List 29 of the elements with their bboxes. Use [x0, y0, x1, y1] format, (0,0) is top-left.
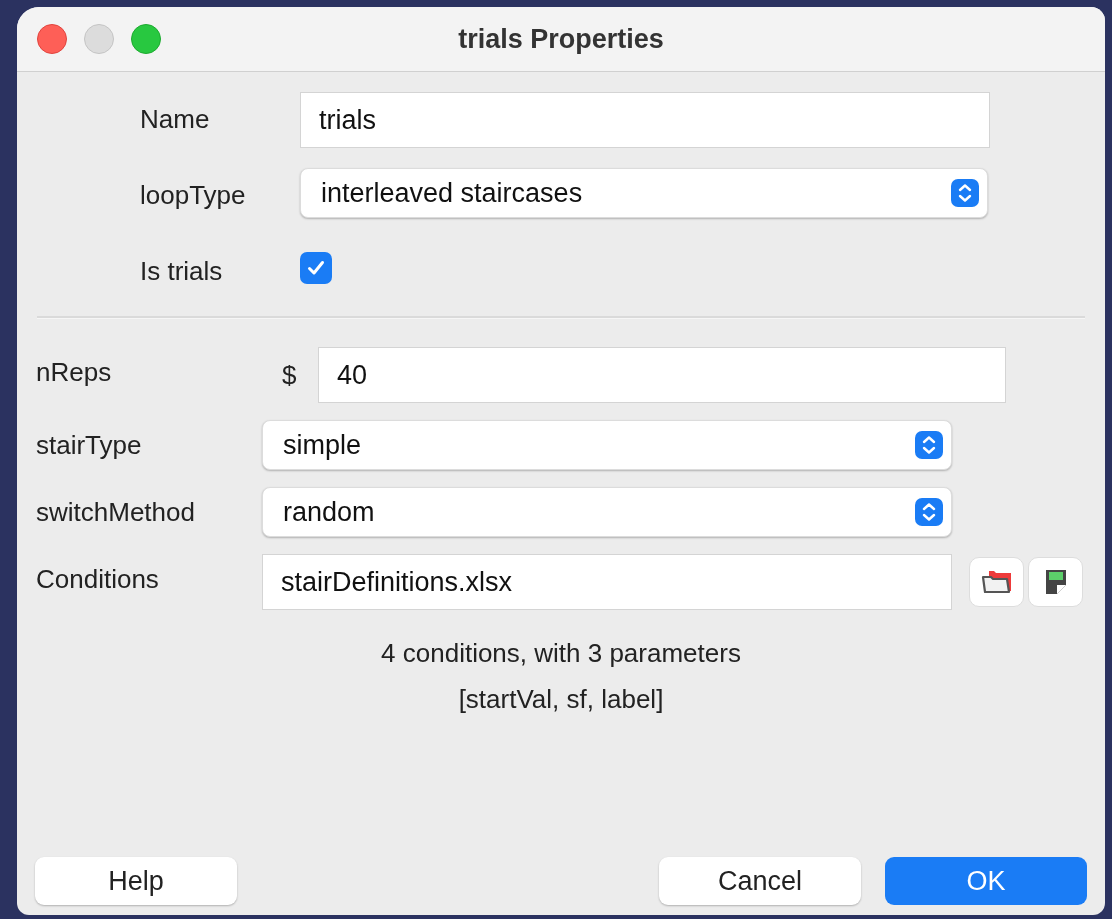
dropdown[interactable]: random — [262, 487, 952, 537]
zoom-button[interactable] — [131, 24, 161, 54]
field-label: Name — [140, 103, 211, 136]
field-label: Conditions — [36, 563, 160, 596]
close-button[interactable] — [37, 24, 67, 54]
prefix-symbol: $ — [281, 358, 298, 392]
text-field[interactable]: trials — [300, 92, 990, 148]
field-label: Is trials — [140, 255, 224, 288]
field-label: switchMethod — [36, 496, 196, 529]
dialog-button[interactable]: Cancel — [659, 857, 861, 905]
field-label: loopType — [140, 179, 247, 212]
stepper-icon — [915, 498, 943, 526]
conditions-summary: 4 conditions, with 3 parameters — [381, 637, 741, 670]
window-title: trials Properties — [457, 22, 665, 56]
dropdown[interactable]: simple — [262, 420, 952, 470]
dialog-button[interactable]: OK — [885, 857, 1087, 905]
stepper-icon — [915, 431, 943, 459]
folder-icon — [980, 569, 1013, 595]
text-field[interactable]: stairDefinitions.xlsx — [262, 554, 952, 610]
checkbox[interactable] — [300, 252, 332, 284]
stepper-icon — [951, 179, 979, 207]
open-file-button[interactable] — [969, 557, 1024, 607]
conditions-summary: [startVal, sf, label] — [458, 683, 664, 716]
edit-file-button[interactable] — [1028, 557, 1083, 607]
field-label: stairType — [36, 429, 143, 462]
text-field[interactable]: 40 — [318, 347, 1006, 403]
dropdown[interactable]: interleaved staircases — [300, 168, 988, 218]
dialog-button[interactable]: Help — [35, 857, 237, 905]
field-label: nReps — [36, 356, 113, 389]
